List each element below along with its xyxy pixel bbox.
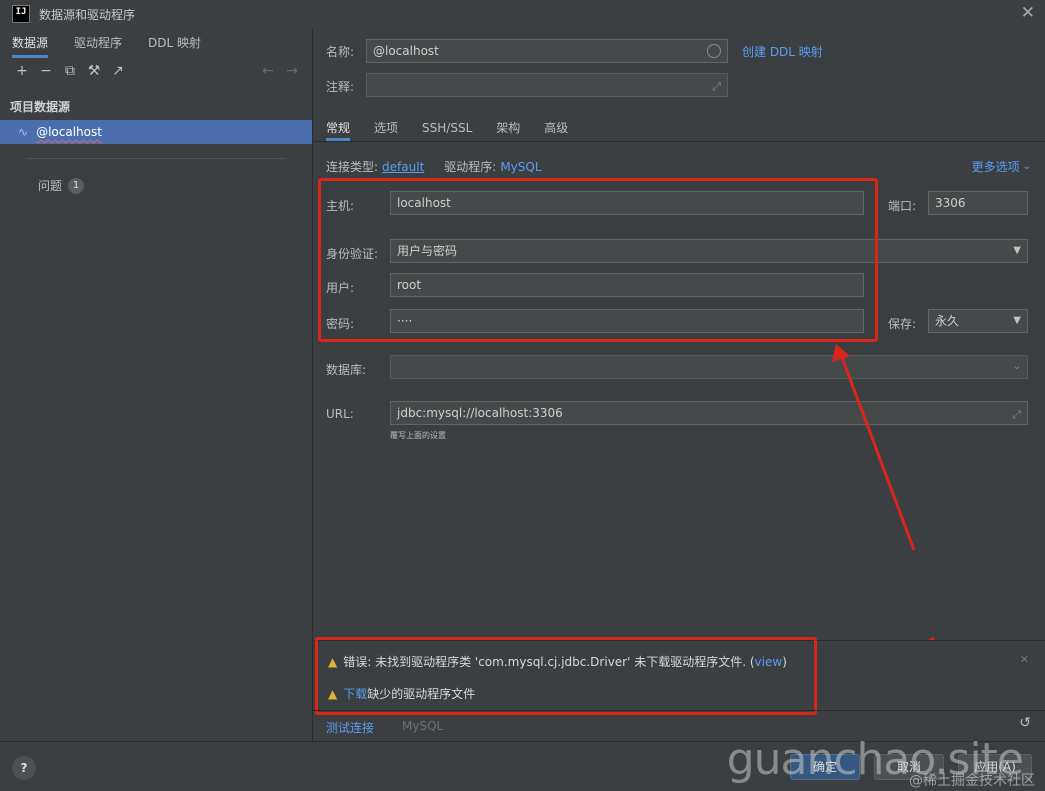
tab-datasources[interactable]: 数据源 [12,28,49,58]
forward-arrow-icon[interactable]: → [280,63,304,79]
driver-status: MySQL [402,719,444,733]
problems-item[interactable]: 问题 1 [0,177,312,194]
driver-label: 驱动程序: [444,160,497,174]
driver-link[interactable]: MySQL [500,160,541,174]
name-input[interactable]: @localhost [366,39,728,63]
copy-icon[interactable]: ⧉ [58,63,82,79]
datasource-item[interactable]: ∿ @localhost [0,120,312,144]
conn-type-dropdown[interactable]: default [382,160,424,174]
connection-info-row: 连接类型: default 驱动程序: MySQL [326,158,542,175]
window-title: 数据源和驱动程序 [39,7,136,22]
left-tabs: 数据源 驱动程序 DDL 映射 [0,28,312,58]
port-label: 端口: [888,199,917,213]
tab-schemas[interactable]: 架构 [496,114,520,141]
tab-drivers[interactable]: 驱动程序 [74,28,122,58]
settings-tabs: 常规 选项 SSH/SSL 架构 高级 [314,114,1045,142]
dropdown-arrow-icon: ▼ [1013,245,1021,256]
divider [26,158,286,159]
mysql-icon: ∿ [18,125,29,139]
reset-icon[interactable]: ↺ [1019,715,1031,731]
app-icon: IJ [12,5,30,23]
test-connection-link[interactable]: 测试连接 [326,719,374,736]
close-icon[interactable]: ✕ [1021,3,1035,23]
conn-type-label: 连接类型: [326,160,379,174]
back-arrow-icon[interactable]: ← [256,63,280,79]
left-panel: 数据源 驱动程序 DDL 映射 + − ⧉ ⚒ ↗ ← → 项目数据源 ∿ @l… [0,28,313,741]
color-circle-icon[interactable] [707,44,721,58]
title-bar: IJ 数据源和驱动程序 ✕ [0,0,1045,28]
nav-arrows: ← → [256,63,304,79]
datasource-label: @localhost [36,125,102,139]
help-button[interactable]: ? [12,756,36,780]
tab-general[interactable]: 常规 [326,114,351,141]
arrow-up-head [832,344,850,362]
tab-ssh-ssl[interactable]: SSH/SSL [422,114,472,141]
database-label: 数据库: [326,363,367,377]
tab-advanced[interactable]: 高级 [544,114,568,141]
more-options[interactable]: 更多选项 ⌄ [972,158,1031,175]
url-hint: 覆写上面的设置 [390,431,446,440]
chevron-down-icon: ⌄ [1022,161,1031,172]
expand-icon[interactable]: ⤢ [712,76,721,98]
more-options-label: 更多选项 [971,160,1020,174]
tab-options[interactable]: 选项 [374,114,398,141]
watermark-sub: @稀土掘金技术社区 [909,773,1035,789]
close-icon[interactable]: ✕ [1020,653,1029,666]
name-value: @localhost [373,44,439,58]
wrench-icon[interactable]: ⚒ [82,63,106,79]
comment-input[interactable]: ⤢ [366,73,728,97]
comment-label: 注释: [326,80,355,94]
save-value: 永久 [935,314,960,328]
highlight-box [318,178,878,342]
name-label: 名称: [326,45,355,59]
remove-icon[interactable]: − [34,63,58,79]
port-value: 3306 [935,196,966,210]
problems-count-badge: 1 [68,177,85,194]
section-title: 项目数据源 [10,100,71,114]
problems-label: 问题 [38,179,63,193]
create-ddl-link[interactable]: 创建 DDL 映射 [742,43,823,60]
jump-to-icon[interactable]: ↗ [106,63,130,79]
arrow-up-line [838,351,916,551]
tab-ddl-mappings[interactable]: DDL 映射 [148,28,201,58]
url-label: URL: [326,407,354,421]
error-highlight-box [315,637,817,715]
url-value: jdbc:mysql://localhost:3306 [397,406,563,420]
add-icon[interactable]: + [10,63,34,79]
right-panel: 名称: @localhost 创建 DDL 映射 注释: ⤢ 常规 选项 SSH… [314,28,1045,741]
port-input[interactable]: 3306 [928,191,1028,215]
